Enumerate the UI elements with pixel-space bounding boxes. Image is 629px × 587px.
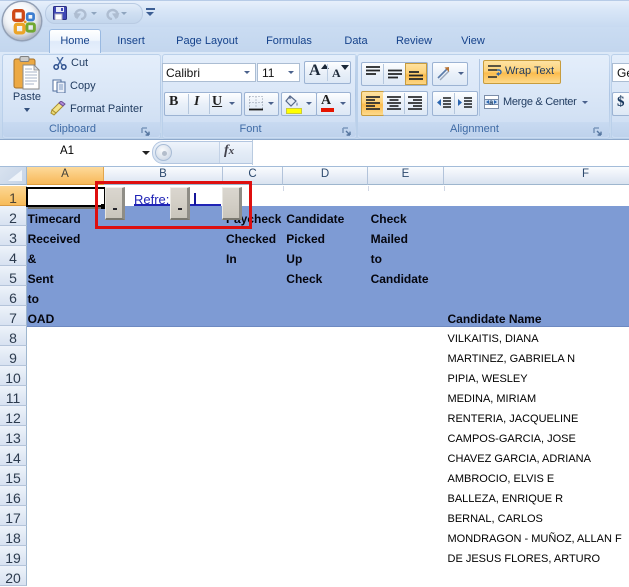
- svg-text:a: a: [489, 100, 493, 107]
